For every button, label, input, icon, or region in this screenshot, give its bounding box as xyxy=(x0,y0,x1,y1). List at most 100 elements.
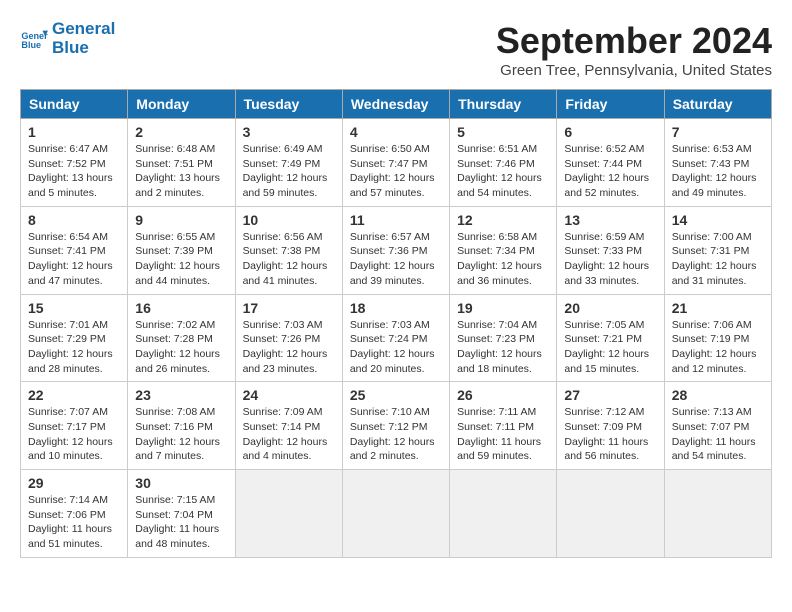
calendar-cell: 15 Sunrise: 7:01 AMSunset: 7:29 PMDayligh… xyxy=(21,294,128,382)
calendar-table: SundayMondayTuesdayWednesdayThursdayFrid… xyxy=(20,89,772,558)
day-number: 21 xyxy=(672,300,764,316)
day-info: Sunrise: 7:04 AMSunset: 7:23 PMDaylight:… xyxy=(457,318,549,377)
calendar-cell: 21 Sunrise: 7:06 AMSunset: 7:19 PMDayligh… xyxy=(664,294,771,382)
calendar-header-row: SundayMondayTuesdayWednesdayThursdayFrid… xyxy=(21,90,772,119)
day-number: 2 xyxy=(135,124,227,140)
day-info: Sunrise: 6:50 AMSunset: 7:47 PMDaylight:… xyxy=(350,142,442,201)
day-number: 17 xyxy=(243,300,335,316)
calendar-cell: 4 Sunrise: 6:50 AMSunset: 7:47 PMDaylight… xyxy=(342,119,449,207)
day-number: 19 xyxy=(457,300,549,316)
day-number: 1 xyxy=(28,124,120,140)
day-info: Sunrise: 6:56 AMSunset: 7:38 PMDaylight:… xyxy=(243,230,335,289)
logo-line1: General xyxy=(52,20,115,39)
day-info: Sunrise: 7:10 AMSunset: 7:12 PMDaylight:… xyxy=(350,405,442,464)
day-number: 3 xyxy=(243,124,335,140)
day-info: Sunrise: 7:01 AMSunset: 7:29 PMDaylight:… xyxy=(28,318,120,377)
calendar-week-row: 29 Sunrise: 7:14 AMSunset: 7:06 PMDayligh… xyxy=(21,470,772,558)
day-number: 30 xyxy=(135,475,227,491)
day-info: Sunrise: 7:06 AMSunset: 7:19 PMDaylight:… xyxy=(672,318,764,377)
calendar-cell: 16 Sunrise: 7:02 AMSunset: 7:28 PMDayligh… xyxy=(128,294,235,382)
calendar-cell xyxy=(557,470,664,558)
calendar-cell: 10 Sunrise: 6:56 AMSunset: 7:38 PMDayligh… xyxy=(235,206,342,294)
day-info: Sunrise: 7:03 AMSunset: 7:24 PMDaylight:… xyxy=(350,318,442,377)
calendar-cell: 20 Sunrise: 7:05 AMSunset: 7:21 PMDayligh… xyxy=(557,294,664,382)
col-header-thursday: Thursday xyxy=(450,90,557,119)
day-info: Sunrise: 7:14 AMSunset: 7:06 PMDaylight:… xyxy=(28,493,120,552)
day-info: Sunrise: 7:13 AMSunset: 7:07 PMDaylight:… xyxy=(672,405,764,464)
day-number: 28 xyxy=(672,387,764,403)
calendar-cell: 13Sunrise: 6:59 AMSunset: 7:33 PMDayligh… xyxy=(557,206,664,294)
page-header: General Blue General Blue September 2024… xyxy=(20,20,772,79)
day-number: 25 xyxy=(350,387,442,403)
day-number: 5 xyxy=(457,124,549,140)
day-info: Sunrise: 7:15 AMSunset: 7:04 PMDaylight:… xyxy=(135,493,227,552)
day-number: 10 xyxy=(243,212,335,228)
day-info: Sunrise: 6:51 AMSunset: 7:46 PMDaylight:… xyxy=(457,142,549,201)
calendar-cell: 7Sunrise: 6:53 AMSunset: 7:43 PMDaylight… xyxy=(664,119,771,207)
day-info: Sunrise: 6:58 AMSunset: 7:34 PMDaylight:… xyxy=(457,230,549,289)
day-info: Sunrise: 6:55 AMSunset: 7:39 PMDaylight:… xyxy=(135,230,227,289)
day-number: 8 xyxy=(28,212,120,228)
day-info: Sunrise: 6:48 AMSunset: 7:51 PMDaylight:… xyxy=(135,142,227,201)
day-number: 20 xyxy=(564,300,656,316)
calendar-cell: 6 Sunrise: 6:52 AMSunset: 7:44 PMDaylight… xyxy=(557,119,664,207)
logo-icon: General Blue xyxy=(20,25,48,53)
calendar-cell: 28 Sunrise: 7:13 AMSunset: 7:07 PMDayligh… xyxy=(664,382,771,470)
day-number: 18 xyxy=(350,300,442,316)
day-number: 16 xyxy=(135,300,227,316)
calendar-cell: 9 Sunrise: 6:55 AMSunset: 7:39 PMDaylight… xyxy=(128,206,235,294)
day-number: 15 xyxy=(28,300,120,316)
day-info: Sunrise: 6:47 AMSunset: 7:52 PMDaylight:… xyxy=(28,142,120,201)
day-info: Sunrise: 7:00 AMSunset: 7:31 PMDaylight:… xyxy=(672,230,764,289)
calendar-cell: 17Sunrise: 7:03 AMSunset: 7:26 PMDayligh… xyxy=(235,294,342,382)
calendar-cell: 29 Sunrise: 7:14 AMSunset: 7:06 PMDayligh… xyxy=(21,470,128,558)
calendar-cell: 24Sunrise: 7:09 AMSunset: 7:14 PMDayligh… xyxy=(235,382,342,470)
day-number: 22 xyxy=(28,387,120,403)
calendar-cell: 27 Sunrise: 7:12 AMSunset: 7:09 PMDayligh… xyxy=(557,382,664,470)
location-subtitle: Green Tree, Pennsylvania, United States xyxy=(496,62,772,79)
logo-line2: Blue xyxy=(52,39,115,58)
day-number: 12 xyxy=(457,212,549,228)
day-info: Sunrise: 7:11 AMSunset: 7:11 PMDaylight:… xyxy=(457,405,549,464)
day-number: 27 xyxy=(564,387,656,403)
calendar-week-row: 8 Sunrise: 6:54 AMSunset: 7:41 PMDaylight… xyxy=(21,206,772,294)
calendar-cell: 26 Sunrise: 7:11 AMSunset: 7:11 PMDayligh… xyxy=(450,382,557,470)
calendar-cell: 19 Sunrise: 7:04 AMSunset: 7:23 PMDayligh… xyxy=(450,294,557,382)
col-header-wednesday: Wednesday xyxy=(342,90,449,119)
day-number: 4 xyxy=(350,124,442,140)
calendar-cell: 30 Sunrise: 7:15 AMSunset: 7:04 PMDayligh… xyxy=(128,470,235,558)
day-info: Sunrise: 7:02 AMSunset: 7:28 PMDaylight:… xyxy=(135,318,227,377)
day-info: Sunrise: 6:57 AMSunset: 7:36 PMDaylight:… xyxy=(350,230,442,289)
calendar-week-row: 15 Sunrise: 7:01 AMSunset: 7:29 PMDayligh… xyxy=(21,294,772,382)
calendar-cell: 22 Sunrise: 7:07 AMSunset: 7:17 PMDayligh… xyxy=(21,382,128,470)
day-info: Sunrise: 7:12 AMSunset: 7:09 PMDaylight:… xyxy=(564,405,656,464)
svg-text:Blue: Blue xyxy=(21,40,41,50)
calendar-cell: 12 Sunrise: 6:58 AMSunset: 7:34 PMDayligh… xyxy=(450,206,557,294)
day-info: Sunrise: 7:05 AMSunset: 7:21 PMDaylight:… xyxy=(564,318,656,377)
month-year-title: September 2024 xyxy=(496,20,772,62)
calendar-cell: 18 Sunrise: 7:03 AMSunset: 7:24 PMDayligh… xyxy=(342,294,449,382)
day-info: Sunrise: 6:49 AMSunset: 7:49 PMDaylight:… xyxy=(243,142,335,201)
day-number: 14 xyxy=(672,212,764,228)
day-number: 29 xyxy=(28,475,120,491)
day-number: 11 xyxy=(350,212,442,228)
calendar-cell: 23Sunrise: 7:08 AMSunset: 7:16 PMDayligh… xyxy=(128,382,235,470)
day-info: Sunrise: 6:59 AMSunset: 7:33 PMDaylight:… xyxy=(564,230,656,289)
day-number: 7 xyxy=(672,124,764,140)
calendar-cell xyxy=(450,470,557,558)
day-number: 23 xyxy=(135,387,227,403)
col-header-tuesday: Tuesday xyxy=(235,90,342,119)
day-number: 9 xyxy=(135,212,227,228)
calendar-cell xyxy=(342,470,449,558)
calendar-cell: 1 Sunrise: 6:47 AMSunset: 7:52 PMDaylight… xyxy=(21,119,128,207)
day-info: Sunrise: 7:07 AMSunset: 7:17 PMDaylight:… xyxy=(28,405,120,464)
logo: General Blue General Blue xyxy=(20,20,115,57)
col-header-monday: Monday xyxy=(128,90,235,119)
day-number: 26 xyxy=(457,387,549,403)
calendar-cell: 25 Sunrise: 7:10 AMSunset: 7:12 PMDayligh… xyxy=(342,382,449,470)
calendar-week-row: 1 Sunrise: 6:47 AMSunset: 7:52 PMDaylight… xyxy=(21,119,772,207)
day-info: Sunrise: 6:52 AMSunset: 7:44 PMDaylight:… xyxy=(564,142,656,201)
col-header-friday: Friday xyxy=(557,90,664,119)
day-number: 6 xyxy=(564,124,656,140)
day-info: Sunrise: 6:54 AMSunset: 7:41 PMDaylight:… xyxy=(28,230,120,289)
